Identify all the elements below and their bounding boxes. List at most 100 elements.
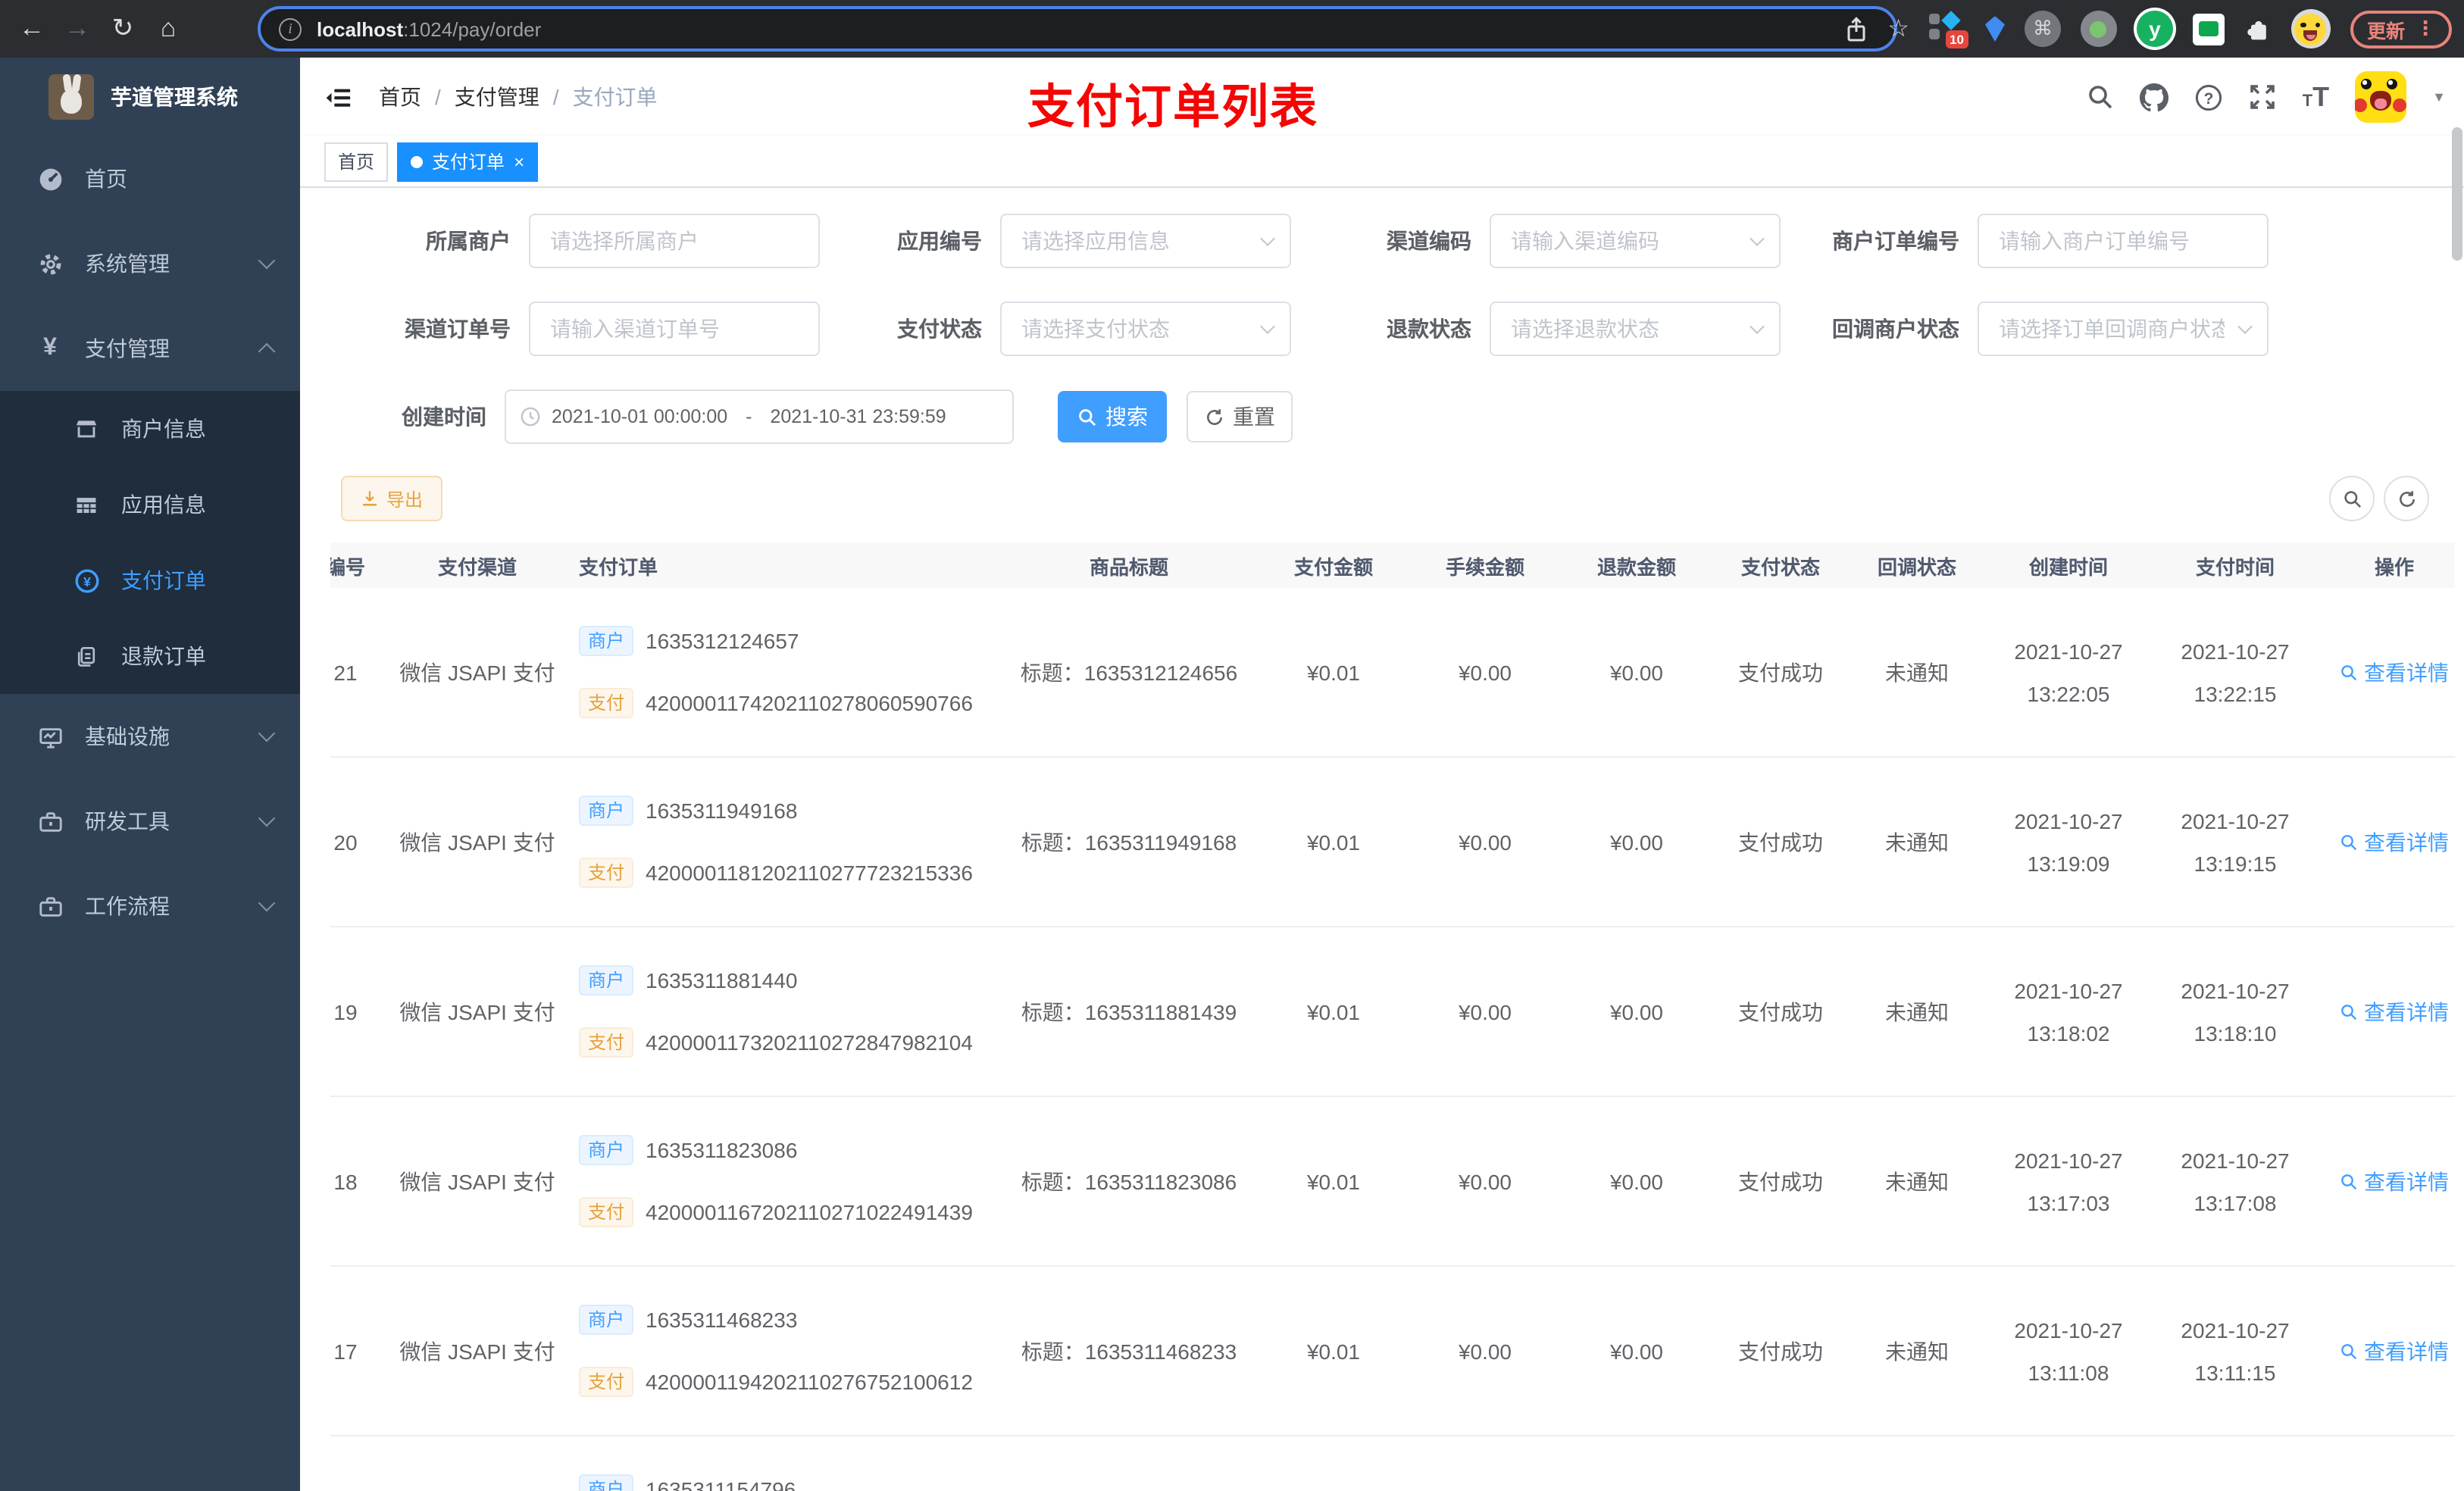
tab-pay-order[interactable]: 支付订单 × xyxy=(397,142,539,181)
table-row: 18 微信 JSAPI 支付 商户 1635311823086 支付 42000… xyxy=(330,1097,2455,1267)
cell-status: 支付成功 xyxy=(1738,660,1823,684)
sidebar-item-pay-order[interactable]: ¥ 支付订单 xyxy=(0,542,300,618)
export-button[interactable]: 导出 xyxy=(341,476,443,521)
cell-created: 2021-10-27 13:22:05 xyxy=(2014,639,2123,705)
y-extension-icon[interactable]: y xyxy=(2136,11,2173,47)
sidebar-item-label: 基础设施 xyxy=(85,724,170,749)
cell-created: 2021-10-27 13:11:08 xyxy=(2014,1318,2123,1384)
user-avatar[interactable] xyxy=(2355,71,2407,123)
cell-title xyxy=(1000,1436,1258,1491)
channel-code-select[interactable] xyxy=(1490,214,1781,268)
cell-amount xyxy=(1258,1436,1409,1491)
sidebar-item-home[interactable]: 首页 xyxy=(0,136,300,221)
github-icon[interactable] xyxy=(2140,83,2169,111)
cell-channel: 微信 JSAPI 支付 xyxy=(399,1169,555,1193)
share-icon[interactable] xyxy=(1843,16,1868,42)
top-navbar: 首页 / 支付管理 / 支付订单 支付订单列表 ? T T ▼ xyxy=(300,58,2464,136)
breadcrumb: 首页 / 支付管理 / 支付订单 xyxy=(379,82,658,112)
profile-avatar-emoji[interactable] xyxy=(2290,9,2331,48)
font-size-icon[interactable]: TT xyxy=(2303,83,2329,111)
cell-title: 标题：1635312124656 xyxy=(1020,660,1238,684)
cell-channel xyxy=(394,1436,561,1491)
recorder-extension-icon[interactable] xyxy=(2080,11,2117,47)
merchant-input[interactable] xyxy=(529,214,820,268)
table-refresh-button[interactable] xyxy=(2384,476,2429,521)
cell-action: 查看详情 xyxy=(2319,927,2464,1096)
page-content: 所属商户 应用编号 渠道编码 商户订单编号 渠道订单号 xyxy=(300,188,2464,1491)
pay-tag: 支付 xyxy=(579,1367,634,1397)
extension-badge: 10 xyxy=(1945,30,1968,48)
cell-notify: 未通知 xyxy=(1885,999,1949,1024)
sidebar-item-devtools[interactable]: 研发工具 xyxy=(0,779,300,864)
search-button[interactable]: 搜索 xyxy=(1058,391,1167,442)
view-detail-link[interactable]: 查看详情 xyxy=(2340,821,2449,863)
sidebar-item-workflow[interactable]: 工作流程 xyxy=(0,864,300,949)
sidebar-item-app-info[interactable]: 应用信息 xyxy=(0,467,300,542)
chat-extension-icon[interactable] xyxy=(2192,13,2225,45)
puzzle-extensions-icon[interactable] xyxy=(2244,15,2272,42)
cell-id: 20 xyxy=(333,830,358,854)
notify-status-select[interactable] xyxy=(1978,302,2269,356)
sidebar-item-infra[interactable]: 基础设施 xyxy=(0,694,300,779)
cell-fee: ¥0.00 xyxy=(1458,999,1512,1024)
sidebar-item-refund-order[interactable]: 退款订单 xyxy=(0,618,300,694)
address-bar[interactable]: i localhost:1024/pay/order xyxy=(258,6,1897,52)
merchant-order-no: 1635312124657 xyxy=(646,629,799,653)
tab-home[interactable]: 首页 xyxy=(324,142,389,181)
app-select[interactable] xyxy=(1000,214,1291,268)
cell-channel: 微信 JSAPI 支付 xyxy=(399,830,555,854)
page-scrollbar-thumb[interactable] xyxy=(2452,127,2462,261)
table-row: 21 微信 JSAPI 支付 商户 1635312124657 支付 42000… xyxy=(330,588,2455,758)
search-icon[interactable] xyxy=(2087,83,2115,111)
site-info-icon[interactable]: i xyxy=(279,17,302,40)
browser-home-button[interactable]: ⌂ xyxy=(145,14,191,44)
channel-order-no: 4200001194202110276752100612 xyxy=(646,1370,973,1394)
view-detail-link[interactable]: 查看详情 xyxy=(2340,1160,2449,1202)
command-extension-icon[interactable]: ⌘ xyxy=(2024,11,2061,47)
sidebar-item-pay[interactable]: ¥ 支付管理 xyxy=(0,306,300,391)
cell-action: 查看详情 xyxy=(2319,588,2464,756)
date-range-input[interactable]: 2021-10-01 00:00:00 - 2021-10-31 23:59:5… xyxy=(505,389,1014,444)
avatar-caret-down-icon[interactable]: ▼ xyxy=(2432,89,2446,105)
help-icon[interactable]: ? xyxy=(2195,83,2224,111)
breadcrumb-pay[interactable]: 支付管理 xyxy=(455,82,539,112)
merchant-order-no-input[interactable] xyxy=(1978,214,2269,268)
sidebar-item-system[interactable]: 系统管理 xyxy=(0,221,300,306)
breadcrumb-home[interactable]: 首页 xyxy=(379,82,421,112)
browser-reload-button[interactable]: ↻ xyxy=(100,14,145,44)
table-search-toggle-button[interactable] xyxy=(2329,476,2375,521)
sidebar-item-merchant-info[interactable]: 商户信息 xyxy=(0,391,300,467)
gem-extension-icon[interactable] xyxy=(1984,16,2005,42)
sidebar-fold-icon[interactable] xyxy=(324,83,353,111)
pay-status-select[interactable] xyxy=(1000,302,1291,356)
sidebar: 芋道管理系统 首页 系统管理 ¥ 支付管理 商户信息 应用信息 ¥ 支付订单 退… xyxy=(0,58,300,1491)
fullscreen-icon[interactable] xyxy=(2250,83,2277,111)
main-area: 首页 / 支付管理 / 支付订单 支付订单列表 ? T T ▼ 首页 支付订单 … xyxy=(300,58,2464,1491)
cell-fee xyxy=(1409,1436,1561,1491)
extension-diamond-icon[interactable]: 10 xyxy=(1928,9,1968,48)
reset-button[interactable]: 重置 xyxy=(1187,391,1293,442)
cell-paid: 2021-10-27 13:22:15 xyxy=(2181,639,2290,705)
channel-order-no-input[interactable] xyxy=(529,302,820,356)
merchant-tag: 商户 xyxy=(579,965,634,996)
bookmark-star-icon[interactable]: ☆ xyxy=(1887,14,1909,44)
app-logo[interactable]: 芋道管理系统 xyxy=(0,58,300,136)
cell-fee: ¥0.00 xyxy=(1458,830,1512,854)
filter-refund-status: 退款状态 xyxy=(1277,302,1781,356)
cell-fee: ¥0.00 xyxy=(1458,660,1512,684)
browser-update-button[interactable]: 更新 ⋮ xyxy=(2350,10,2452,48)
view-detail-link[interactable]: 查看详情 xyxy=(2340,990,2449,1033)
close-icon[interactable]: × xyxy=(514,152,524,170)
view-detail-link[interactable]: 查看详情 xyxy=(2340,651,2449,693)
browser-forward-button[interactable]: → xyxy=(55,14,100,44)
browser-back-button[interactable]: ← xyxy=(9,14,55,44)
view-detail-link[interactable]: 查看详情 xyxy=(2340,1330,2449,1372)
shop-icon xyxy=(73,415,100,442)
refund-status-select[interactable] xyxy=(1490,302,1781,356)
cell-title: 标题：1635311881439 xyxy=(1021,999,1237,1024)
cell-paid: 2021-10-27 13:17:08 xyxy=(2181,1148,2290,1214)
cell-created: 2021-10-27 13:17:03 xyxy=(2014,1148,2123,1214)
cell-order-nos: 商户 1635311881440 支付 42000011732021102728… xyxy=(561,927,1000,1096)
browser-menu-icon[interactable]: ⋮ xyxy=(2416,17,2435,41)
table-row: 19 微信 JSAPI 支付 商户 1635311881440 支付 42000… xyxy=(330,927,2455,1097)
